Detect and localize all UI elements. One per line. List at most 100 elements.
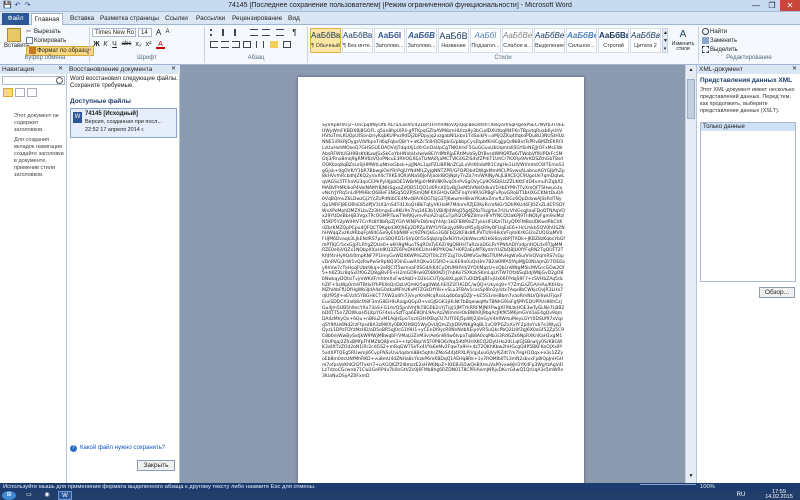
font-color-button[interactable]: A — [156, 40, 165, 49]
multilevel-list-icon[interactable] — [234, 29, 242, 36]
decrease-indent-icon[interactable] — [250, 29, 258, 36]
nav-tab-pages[interactable] — [15, 88, 25, 97]
line-spacing-icon[interactable] — [256, 41, 264, 48]
close-icon[interactable]: ✕ — [58, 66, 65, 73]
xml-subtitle: Представления данных XML — [700, 77, 793, 84]
grow-font-button[interactable]: A — [154, 28, 163, 37]
navigation-pane-title: Навигация — [0, 65, 67, 74]
cut-button[interactable]: ✂ Вырезать — [26, 28, 61, 36]
divider — [698, 27, 699, 63]
nav-tab-headings[interactable] — [3, 88, 13, 97]
xslt-list[interactable]: Только данные — [700, 122, 796, 282]
divider — [89, 27, 90, 63]
underline-button[interactable]: Ч — [110, 40, 119, 49]
scroll-thumb[interactable] — [687, 79, 695, 119]
style-title[interactable]: АаБбВ Название — [438, 28, 469, 53]
copy-button[interactable]: Копировать — [26, 37, 66, 45]
strikethrough-button[interactable]: abc — [120, 40, 133, 49]
recovery-message: Word восстановил следующие файлы. Сохран… — [70, 76, 178, 89]
recovered-file-name: 74145 [Исходный] — [85, 111, 138, 117]
superscript-button[interactable]: x² — [144, 40, 153, 49]
style-intense-emphasis[interactable]: АаБбВеГСильное... — [566, 28, 597, 53]
close-icon[interactable]: ✕ — [171, 66, 178, 73]
paste-icon — [7, 28, 21, 42]
zoom-level[interactable]: 100% — [700, 483, 715, 491]
style-subtitle[interactable]: АаБбІ Подзагол... — [470, 28, 501, 53]
style-normal[interactable]: АаБбВвГг¶ Обычный — [310, 28, 341, 53]
status-text: Используйте мышь для применения формата … — [3, 484, 316, 490]
align-left-icon[interactable] — [210, 41, 218, 48]
document-body-text[interactable]: SyVRpBrlATp~OncpqIfNyOfb ALTS/Lashh/4ZLb… — [322, 123, 565, 479]
bullets-icon[interactable] — [210, 29, 218, 36]
font-size-combo[interactable]: 14 — [138, 28, 152, 37]
style-emphasis[interactable]: АаБбВеГВыделение — [534, 28, 565, 53]
styles-scroll[interactable]: ▲ ▼ ▾ — [662, 28, 668, 53]
start-button[interactable]: ⊞ — [2, 491, 16, 500]
word-doc-icon: W — [73, 112, 82, 123]
clipboard-group-label: Буфер обмена — [24, 55, 66, 61]
taskbar — [0, 491, 800, 500]
nav-tab-results[interactable] — [27, 88, 37, 97]
scroll-down-icon[interactable]: ▼ — [687, 473, 695, 481]
bold-button[interactable]: Ж — [92, 40, 101, 49]
shading-icon[interactable] — [270, 41, 278, 48]
which-file-link[interactable]: Какой файл нужно сохранить? — [80, 445, 165, 451]
align-right-icon[interactable] — [232, 41, 240, 48]
vertical-scrollbar[interactable]: ▲ ▼ — [685, 65, 696, 483]
minimize-button[interactable]: — — [748, 0, 764, 11]
help-icon: ? — [70, 445, 77, 452]
replace-button[interactable]: Заменить — [702, 37, 737, 45]
find-button[interactable]: Найти — [702, 28, 727, 36]
divider — [307, 27, 308, 63]
style-heading-1[interactable]: АаБбІ Заголово... — [374, 28, 405, 53]
tab-review[interactable]: Рецензирование — [228, 13, 286, 25]
restore-button[interactable]: ❐ — [764, 0, 780, 11]
language-indicator[interactable]: RU — [735, 491, 747, 500]
style-heading-2[interactable]: АаБбВ Заголово... — [406, 28, 437, 53]
select-icon — [702, 46, 709, 53]
style-subtle-emphasis[interactable]: АаБбВеГСлабое в... — [502, 28, 533, 53]
tab-insert[interactable]: Вставка — [66, 13, 98, 25]
select-button[interactable]: Выделить — [702, 46, 738, 54]
italic-button[interactable]: К — [101, 40, 110, 49]
browse-button[interactable]: Обзор... — [759, 287, 795, 298]
window-title: 74145 [Последнее сохранение пользователе… — [228, 2, 572, 9]
clock[interactable]: 17:59 14.02.2015 — [760, 489, 798, 500]
browser-icon[interactable]: ◉ — [40, 491, 54, 500]
show-formatting-button[interactable]: ¶ — [290, 28, 299, 37]
subscript-button[interactable]: x₂ — [134, 40, 143, 49]
close-recovery-button[interactable]: Закрыть — [137, 460, 175, 471]
zoom-slider[interactable] — [640, 484, 696, 490]
recovered-file-item[interactable]: W 74145 [Исходный] Версия, созданная при… — [70, 108, 177, 138]
close-icon[interactable]: ✕ — [792, 66, 799, 73]
numbering-icon[interactable] — [222, 29, 230, 36]
tab-mailings[interactable]: Рассылки — [192, 13, 229, 25]
word-taskbar-icon[interactable]: W — [58, 491, 72, 500]
align-center-icon[interactable] — [221, 41, 229, 48]
scroll-up-icon[interactable]: ▲ — [687, 67, 695, 75]
shrink-font-button[interactable]: A — [163, 28, 172, 37]
style-no-spacing[interactable]: АаБбВвГг¶ Без инте... — [342, 28, 373, 53]
navigation-pane: Навигация ✕ Этот документ не содержит за… — [0, 65, 67, 483]
tab-view[interactable]: Вид — [284, 13, 304, 25]
borders-icon[interactable] — [283, 41, 291, 48]
style-quote-2[interactable]: АаБбВвГгЦитата 2 — [630, 28, 661, 53]
sort-icon[interactable] — [276, 29, 284, 36]
search-icon — [56, 77, 63, 84]
tab-file[interactable]: Файл — [2, 13, 29, 25]
xslt-list-item[interactable]: Только данные — [701, 123, 795, 131]
tab-home[interactable]: Главная — [31, 13, 63, 25]
explorer-icon[interactable]: ▭ — [22, 491, 36, 500]
change-styles-icon: A — [679, 29, 687, 40]
style-strong[interactable]: АаБбВвГгСтрогий — [598, 28, 629, 53]
increase-indent-icon[interactable] — [262, 29, 270, 36]
tab-references[interactable]: Ссылки — [161, 13, 192, 25]
tab-page-layout[interactable]: Разметка страницы — [96, 13, 163, 25]
document-page[interactable]: SyVRpBrlATp~OncpqIfNyOfb ALTS/Lashh/4ZLb… — [298, 77, 584, 487]
justify-icon[interactable] — [243, 41, 251, 48]
font-name-combo[interactable]: Times New Ro — [92, 28, 136, 37]
paste-button[interactable]: Вставить — [4, 28, 29, 52]
close-button[interactable]: ✕ — [780, 0, 800, 11]
change-styles-button[interactable]: A Изменить стили — [670, 28, 696, 53]
xml-pane-title: XML-документ — [697, 65, 800, 74]
